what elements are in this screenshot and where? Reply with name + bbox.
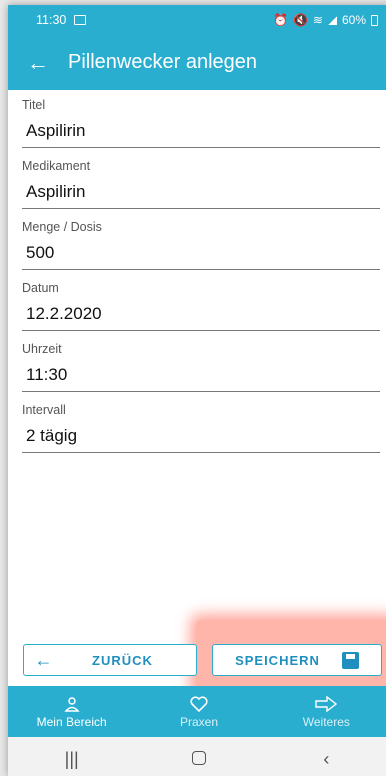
image-notification-icon (74, 15, 87, 25)
title-input[interactable]: Aspilirin (26, 121, 376, 141)
interval-label: Intervall (22, 403, 66, 417)
time-label: Uhrzeit (22, 342, 62, 356)
home-icon[interactable] (169, 749, 229, 770)
floppy-disk-icon (341, 651, 359, 669)
back-arrow-icon[interactable]: ← (8, 50, 68, 76)
app-bar: ← Pillenwecker anlegen (8, 35, 386, 90)
dose-input[interactable]: 500 (26, 243, 376, 263)
nav-label: Praxen (179, 714, 218, 729)
time-field[interactable]: Uhrzeit 11:30 (8, 334, 386, 395)
nav-praxen[interactable]: Praxen (135, 686, 262, 737)
status-bar: 11:30 ⏰ 🔇 ≋ 60% (8, 5, 386, 35)
dose-label: Menge / Dosis (22, 220, 102, 234)
title-field[interactable]: Titel Aspilirin (8, 90, 386, 151)
nav-label: Weiteres (302, 714, 350, 729)
phone-screen: 11:30 ⏰ 🔇 ≋ 60% ← Pillenwecker anlegen T… (8, 5, 386, 776)
status-right: ⏰ 🔇 ≋ 60% (273, 13, 378, 27)
alarm-form: Titel Aspilirin Medikament Aspilirin Men… (8, 90, 386, 456)
arrow-right-outline-icon (315, 695, 338, 713)
medication-field[interactable]: Medikament Aspilirin (8, 151, 386, 212)
medication-label: Medikament (22, 159, 91, 173)
save-button-label: SPEICHERN (235, 652, 320, 668)
date-input[interactable]: 12.2.2020 (26, 304, 376, 324)
person-icon (64, 695, 80, 713)
date-label: Datum (22, 281, 59, 295)
time-underline (22, 391, 380, 392)
dose-field[interactable]: Menge / Dosis 500 (8, 212, 386, 273)
arrow-left-icon: ← (34, 649, 54, 670)
medication-input[interactable]: Aspilirin (26, 182, 376, 202)
battery-icon (371, 14, 378, 26)
medication-underline (22, 208, 380, 209)
mute-icon: 🔇 (292, 13, 308, 27)
save-button[interactable]: SPEICHERN (212, 644, 382, 676)
title-label: Titel (22, 98, 46, 112)
interval-input[interactable]: 2 tägig (26, 426, 376, 446)
signal-icon (327, 15, 337, 25)
date-field[interactable]: Datum 12.2.2020 (8, 273, 386, 334)
wifi-icon: ≋ (312, 13, 323, 27)
alarm-icon: ⏰ (273, 13, 288, 27)
system-navigation: ||| ‹ (8, 737, 386, 776)
page-title: Pillenwecker anlegen (68, 51, 258, 73)
nav-label: Mein Bereich (36, 714, 107, 729)
nav-mein-bereich[interactable]: Mein Bereich (8, 686, 135, 737)
status-time: 11:30 (36, 13, 67, 27)
battery-text: 60% (341, 13, 366, 27)
interval-field[interactable]: Intervall 2 tägig (8, 395, 386, 456)
back-button-label: ZURÜCK (92, 652, 153, 668)
recent-apps-icon[interactable]: ||| (42, 749, 102, 770)
system-back-icon[interactable]: ‹ (296, 749, 356, 770)
interval-underline (22, 452, 380, 453)
date-underline (22, 330, 380, 331)
back-button[interactable]: ← ZURÜCK (23, 644, 197, 676)
time-input[interactable]: 11:30 (26, 365, 376, 385)
heart-icon (190, 695, 208, 713)
button-row: ← ZURÜCK SPEICHERN (8, 644, 386, 676)
title-underline (22, 147, 380, 148)
bottom-navigation: Mein Bereich Praxen Weiteres (8, 686, 386, 737)
dose-underline (22, 269, 380, 270)
nav-weiteres[interactable]: Weiteres (263, 686, 386, 737)
